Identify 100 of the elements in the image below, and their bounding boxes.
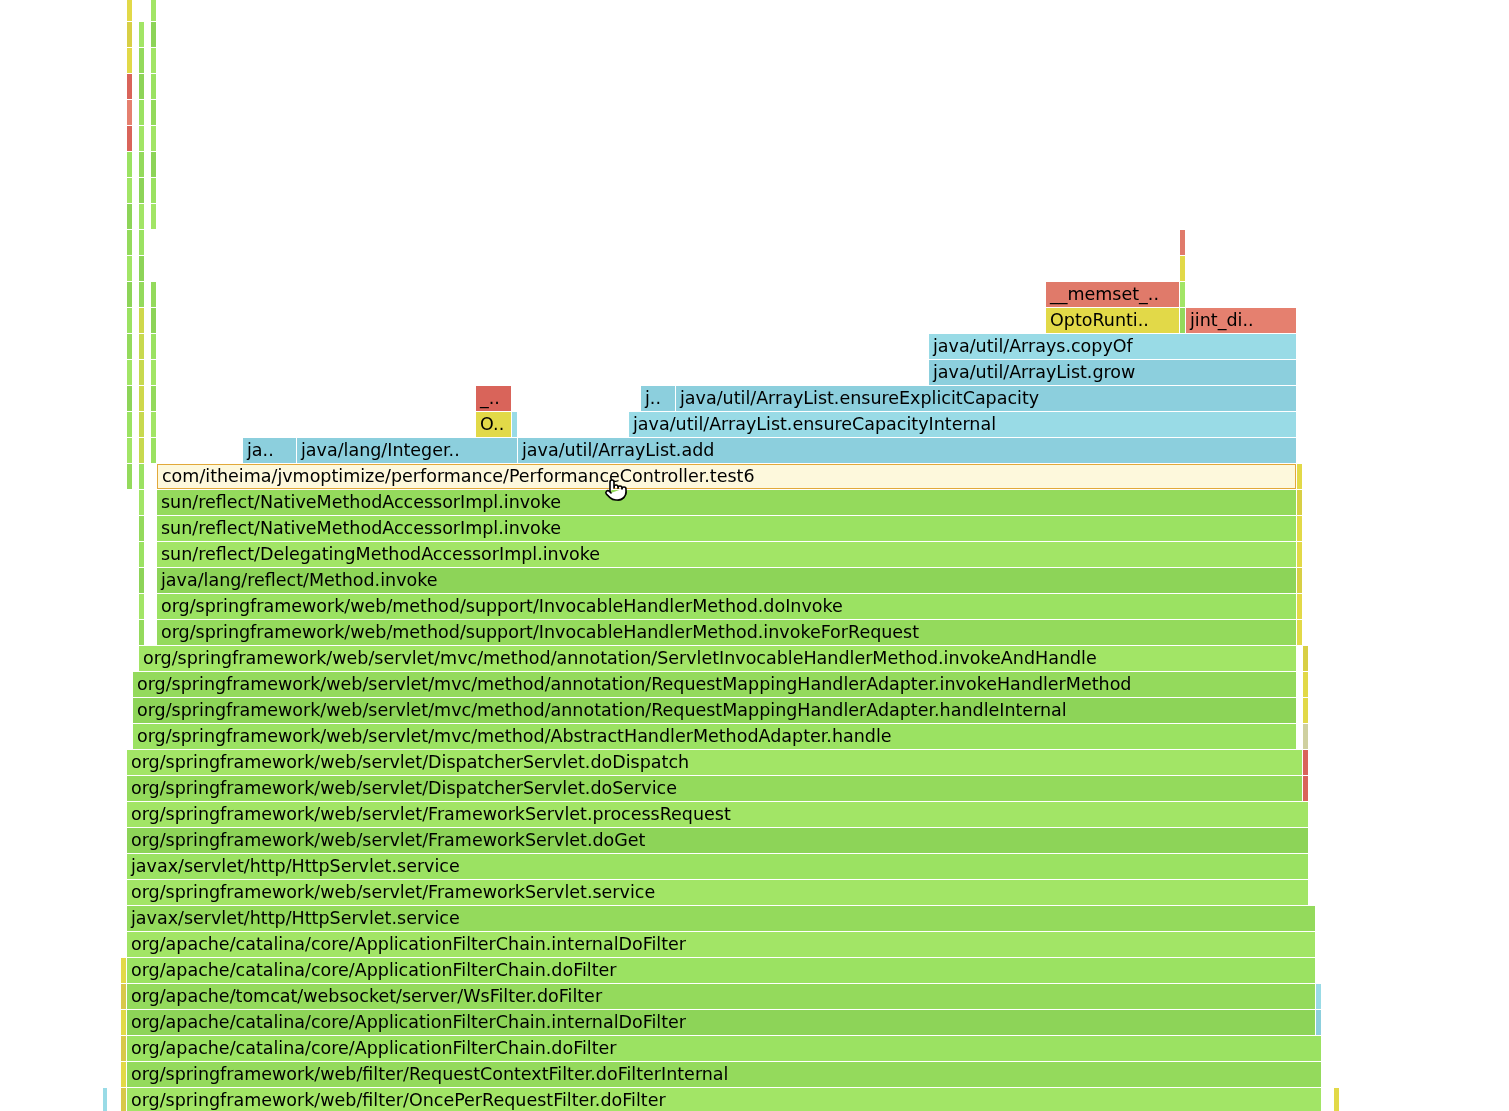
- stack-frame[interactable]: org/apache/catalina/core/ApplicationFilterChain.internalDoFilter: [127, 1010, 1315, 1035]
- stack-frame[interactable]: [139, 256, 144, 281]
- stack-frame[interactable]: [1303, 698, 1308, 723]
- stack-frame[interactable]: [1180, 308, 1185, 333]
- stack-frame[interactable]: [1297, 490, 1302, 515]
- stack-frame[interactable]: [139, 308, 144, 333]
- stack-frame[interactable]: [139, 74, 144, 99]
- stack-frame[interactable]: [151, 282, 156, 307]
- stack-frame[interactable]: [151, 48, 156, 73]
- stack-frame[interactable]: [151, 100, 156, 125]
- stack-frame[interactable]: [1180, 256, 1185, 281]
- stack-frame[interactable]: [139, 464, 144, 489]
- stack-frame[interactable]: [127, 22, 132, 47]
- stack-frame[interactable]: [103, 1088, 107, 1111]
- stack-frame[interactable]: javax/servlet/http/HttpServlet.service: [127, 854, 1308, 879]
- stack-frame[interactable]: O..: [476, 412, 511, 437]
- stack-frame[interactable]: [127, 178, 132, 203]
- stack-frame[interactable]: org/springframework/web/servlet/FrameworkServlet.processRequest: [127, 802, 1308, 827]
- stack-frame[interactable]: java/util/ArrayList.ensureExplicitCapacity: [676, 386, 1296, 411]
- stack-frame[interactable]: [127, 230, 132, 255]
- stack-frame[interactable]: org/springframework/web/servlet/FrameworkServlet.service: [127, 880, 1308, 905]
- stack-frame[interactable]: [127, 412, 132, 437]
- stack-frame[interactable]: [1297, 594, 1302, 619]
- stack-frame[interactable]: [139, 178, 144, 203]
- stack-frame[interactable]: [127, 360, 132, 385]
- stack-frame[interactable]: com/itheima/jvmoptimize/performance/PerformanceController.test6: [157, 464, 1296, 489]
- stack-frame[interactable]: [127, 0, 132, 21]
- stack-frame[interactable]: [1180, 230, 1185, 255]
- stack-frame[interactable]: [151, 412, 156, 437]
- stack-frame[interactable]: [127, 204, 132, 229]
- stack-frame[interactable]: [121, 1036, 126, 1061]
- stack-frame[interactable]: org/apache/catalina/core/ApplicationFilterChain.doFilter: [127, 958, 1315, 983]
- stack-frame[interactable]: sun/reflect/NativeMethodAccessorImpl.invoke: [157, 490, 1296, 515]
- stack-frame[interactable]: org/springframework/web/method/support/InvocableHandlerMethod.doInvoke: [157, 594, 1296, 619]
- stack-frame[interactable]: javax/servlet/http/HttpServlet.service: [127, 906, 1315, 931]
- stack-frame[interactable]: org/springframework/web/servlet/mvc/method/AbstractHandlerMethodAdapter.handle: [133, 724, 1296, 749]
- stack-frame[interactable]: [151, 334, 156, 359]
- stack-frame[interactable]: [1297, 620, 1302, 645]
- stack-frame[interactable]: [127, 256, 132, 281]
- stack-frame[interactable]: java/lang/Integer..: [297, 438, 517, 463]
- stack-frame[interactable]: sun/reflect/NativeMethodAccessorImpl.invoke: [157, 516, 1296, 541]
- stack-frame[interactable]: [127, 282, 132, 307]
- stack-frame[interactable]: org/apache/tomcat/websocket/server/WsFilter.doFilter: [127, 984, 1315, 1009]
- stack-frame[interactable]: [127, 464, 132, 489]
- stack-frame[interactable]: [121, 1062, 126, 1087]
- stack-frame[interactable]: [127, 386, 132, 411]
- stack-frame[interactable]: j..: [641, 386, 675, 411]
- stack-frame[interactable]: [127, 438, 132, 463]
- stack-frame[interactable]: [512, 412, 517, 437]
- stack-frame[interactable]: [151, 386, 156, 411]
- stack-frame[interactable]: [139, 594, 144, 619]
- stack-frame[interactable]: [1303, 776, 1308, 801]
- stack-frame[interactable]: [151, 360, 156, 385]
- stack-frame[interactable]: [139, 204, 144, 229]
- stack-frame[interactable]: java/util/ArrayList.ensureCapacityInternal: [629, 412, 1296, 437]
- stack-frame[interactable]: [151, 152, 156, 177]
- stack-frame[interactable]: org/springframework/web/filter/OncePerRequestFilter.doFilter: [127, 1088, 1321, 1111]
- stack-frame[interactable]: java/util/ArrayList.add: [518, 438, 1296, 463]
- stack-frame[interactable]: [121, 958, 126, 983]
- stack-frame[interactable]: [139, 126, 144, 151]
- stack-frame[interactable]: java/util/Arrays.copyOf: [929, 334, 1296, 359]
- stack-frame[interactable]: [1303, 750, 1308, 775]
- stack-frame[interactable]: ja..: [243, 438, 296, 463]
- stack-frame[interactable]: [121, 1010, 126, 1035]
- stack-frame[interactable]: OptoRunti..: [1046, 308, 1179, 333]
- stack-frame[interactable]: org/springframework/web/servlet/mvc/method/annotation/RequestMappingHandlerAdapter.handleInternal: [133, 698, 1296, 723]
- stack-frame[interactable]: org/springframework/web/servlet/DispatcherServlet.doService: [127, 776, 1302, 801]
- stack-frame[interactable]: [151, 74, 156, 99]
- stack-frame[interactable]: [151, 204, 156, 229]
- stack-frame[interactable]: [127, 126, 132, 151]
- stack-frame[interactable]: [151, 308, 156, 333]
- stack-frame[interactable]: [139, 22, 144, 47]
- stack-frame[interactable]: __memset_..: [1046, 282, 1179, 307]
- stack-frame[interactable]: [139, 334, 144, 359]
- stack-frame[interactable]: [139, 568, 144, 593]
- stack-frame[interactable]: [127, 308, 132, 333]
- stack-frame[interactable]: [139, 360, 144, 385]
- stack-frame[interactable]: org/springframework/web/method/support/InvocableHandlerMethod.invokeForRequest: [157, 620, 1296, 645]
- stack-frame[interactable]: [139, 490, 144, 515]
- stack-frame[interactable]: [127, 334, 132, 359]
- stack-frame[interactable]: [139, 412, 144, 437]
- stack-frame[interactable]: [139, 516, 144, 541]
- stack-frame[interactable]: [151, 178, 156, 203]
- stack-frame[interactable]: [1297, 568, 1302, 593]
- stack-frame[interactable]: [1303, 724, 1308, 749]
- stack-frame[interactable]: jint_di..: [1186, 308, 1296, 333]
- stack-frame[interactable]: [1334, 1088, 1339, 1111]
- stack-frame[interactable]: [127, 152, 132, 177]
- stack-frame[interactable]: org/apache/catalina/core/ApplicationFilterChain.internalDoFilter: [127, 932, 1315, 957]
- stack-frame[interactable]: org/springframework/web/servlet/DispatcherServlet.doDispatch: [127, 750, 1302, 775]
- stack-frame[interactable]: [121, 984, 126, 1009]
- stack-frame[interactable]: [1316, 1010, 1321, 1035]
- stack-frame[interactable]: [151, 0, 156, 21]
- stack-frame[interactable]: sun/reflect/DelegatingMethodAccessorImpl.invoke: [157, 542, 1296, 567]
- stack-frame[interactable]: [139, 620, 144, 645]
- stack-frame[interactable]: [139, 100, 144, 125]
- stack-frame[interactable]: [151, 22, 156, 47]
- stack-frame[interactable]: _..: [476, 386, 511, 411]
- stack-frame[interactable]: [127, 100, 132, 125]
- stack-frame[interactable]: [139, 152, 144, 177]
